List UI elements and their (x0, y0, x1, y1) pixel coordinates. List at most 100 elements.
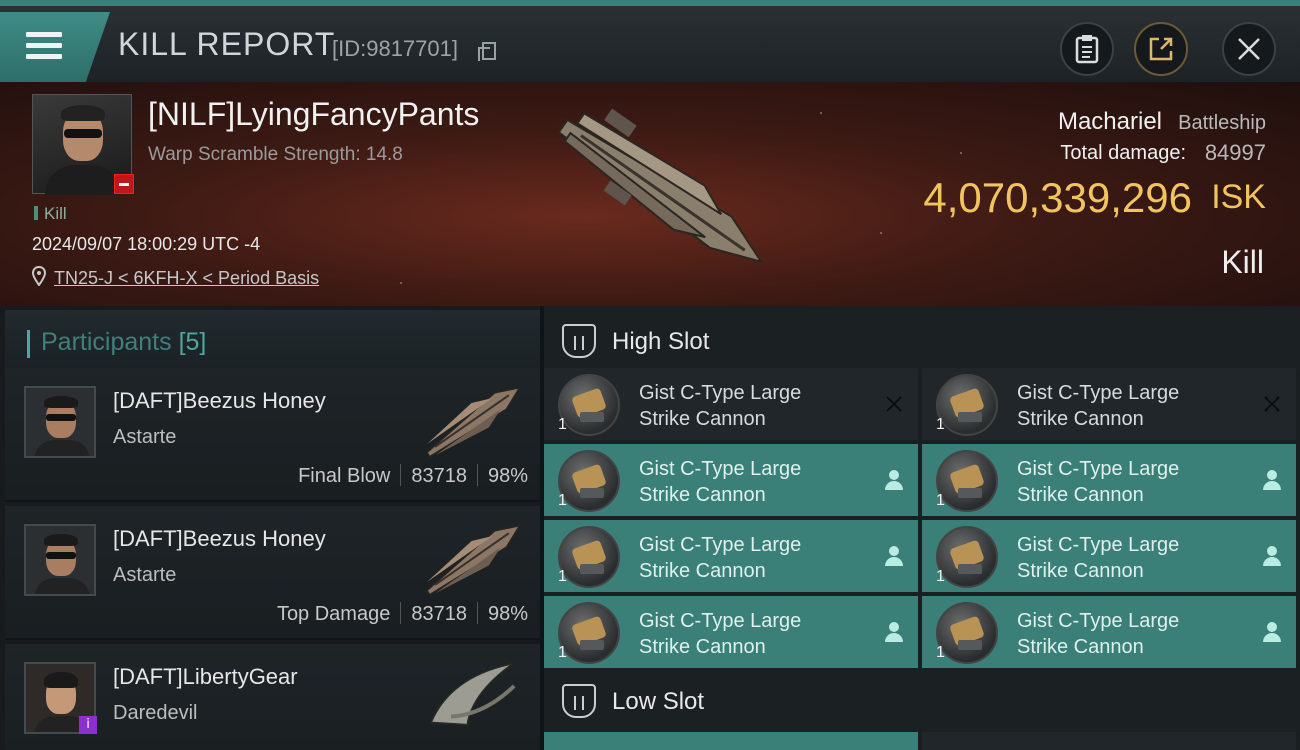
module-quantity: 1 (936, 492, 945, 509)
warp-scramble-strength: Warp Scramble Strength: 14.8 (148, 144, 403, 165)
module-cell-partial[interactable] (544, 732, 918, 750)
module-name: Gist C-Type Large Strike Cannon (639, 610, 802, 658)
clipboard-button[interactable] (1060, 22, 1114, 76)
module-cell[interactable]: 1 Gist C-Type Large Strike Cannon (922, 444, 1296, 516)
participant-stats: Top Damage 83718 98% (277, 602, 528, 626)
isk-value: 4,070,339,296 (923, 174, 1192, 221)
module-cell[interactable]: 1 Gist C-Type Large Strike Cannon (544, 444, 918, 516)
participant-role: Top Damage (276, 603, 391, 625)
avatar[interactable] (24, 386, 96, 458)
participant-name: [DAFT]Beezus Honey (113, 526, 326, 551)
destroyed-x-icon (1262, 394, 1282, 414)
participant-role: Final Blow (298, 465, 391, 487)
destroyed-x-icon (884, 394, 904, 414)
dropped-person-icon (884, 622, 904, 642)
module-cell[interactable]: 1 Gist C-Type Large Strike Cannon (544, 368, 918, 440)
cannon-module-icon (936, 602, 998, 664)
cannon-module-icon (936, 450, 998, 512)
module-name: Gist C-Type Large Strike Cannon (1017, 534, 1180, 582)
dropped-person-icon (884, 470, 904, 490)
participant-percent: 98% (487, 465, 528, 487)
location-pin-icon (32, 266, 46, 286)
module-quantity: 1 (558, 568, 567, 585)
fitting-panel: High Slot 1 Gist C-Type Large Strike Cann… (544, 306, 1300, 750)
module-cell[interactable]: 1 Gist C-Type Large Strike Cannon (922, 368, 1296, 440)
participant-ship: Daredevil (113, 702, 198, 724)
close-icon (1238, 38, 1260, 60)
module-name: Gist C-Type Large Strike Cannon (639, 382, 802, 430)
module-cell[interactable]: 1 Gist C-Type Large Strike Cannon (922, 520, 1296, 592)
location-link[interactable]: TN25-J < 6KFH-X < Period Basis (54, 268, 319, 289)
result-label: Kill (1221, 244, 1264, 280)
high-slot-title: High Slot (612, 328, 710, 355)
module-quantity: 1 (936, 644, 945, 661)
participants-label: Participants (41, 328, 172, 356)
module-name: Gist C-Type Large Strike Cannon (1017, 382, 1180, 430)
participant-row[interactable]: [DAFT]Beezus Honey Astarte Top Damage 837… (5, 506, 540, 640)
dropped-person-icon (884, 546, 904, 566)
participants-title: Participants [5] (41, 328, 206, 357)
participant-ship-image (425, 386, 522, 458)
cannon-module-icon (558, 526, 620, 588)
total-damage-value: 84997 (1204, 140, 1266, 165)
info-badge-icon: i (79, 716, 97, 734)
kill-tag: Kill (34, 204, 67, 224)
cannon-module-icon (558, 602, 620, 664)
isk-unit: ISK (1211, 178, 1266, 216)
cannon-module-icon (936, 374, 998, 436)
dropped-person-icon (1262, 622, 1282, 642)
participant-ship: Astarte (113, 564, 177, 586)
low-slot-header: Low Slot (544, 670, 1300, 732)
report-id: [ID:9817701] (332, 36, 458, 61)
share-icon (1149, 37, 1173, 61)
total-damage-label: Total damage: (1060, 142, 1186, 164)
avatar[interactable] (24, 524, 96, 596)
participant-row[interactable]: [DAFT]Beezus Honey Astarte Final Blow 837… (5, 368, 540, 502)
participant-ship: Astarte (113, 426, 177, 448)
high-slot-header: High Slot (544, 310, 1300, 372)
module-name: Gist C-Type Large Strike Cannon (1017, 610, 1180, 658)
module-quantity: 1 (936, 416, 945, 433)
ship-class: Battleship (1178, 112, 1266, 134)
victim-name[interactable]: [NILF]LyingFancyPants (148, 96, 479, 133)
page-title: KILL REPORT (118, 26, 336, 62)
participant-ship-image (430, 662, 516, 726)
clipboard-icon (1075, 35, 1099, 64)
close-button[interactable] (1222, 22, 1276, 76)
participants-count: [5] (178, 328, 207, 356)
victim-summary: [NILF]LyingFancyPants Warp Scramble Stre… (0, 82, 1300, 306)
dropped-person-icon (1262, 470, 1282, 490)
participant-name: [DAFT]LibertyGear (113, 664, 298, 689)
low-slot-title: Low Slot (612, 688, 705, 715)
loss-badge-icon (114, 174, 134, 194)
module-quantity: 1 (558, 492, 567, 509)
menu-button[interactable] (0, 12, 110, 82)
victim-ship-image (557, 108, 764, 264)
low-slot-icon (562, 684, 596, 718)
participant-percent: 98% (487, 603, 528, 625)
module-quantity: 1 (936, 568, 945, 585)
ship-name[interactable]: Machariel (1058, 108, 1162, 136)
module-name: Gist C-Type Large Strike Cannon (1017, 458, 1180, 506)
dropped-person-icon (1262, 546, 1282, 566)
module-quantity: 1 (558, 416, 567, 433)
cannon-module-icon (558, 374, 620, 436)
module-cell[interactable]: 1 Gist C-Type Large Strike Cannon (544, 596, 918, 668)
participants-header[interactable]: Participants [5] (5, 310, 540, 370)
participant-name: [DAFT]Beezus Honey (113, 388, 326, 413)
participant-stats: Final Blow 83718 98% (298, 464, 528, 488)
menu-icon (26, 32, 62, 62)
participant-damage: 83718 (411, 603, 467, 625)
module-name: Gist C-Type Large Strike Cannon (639, 534, 802, 582)
share-button[interactable] (1134, 22, 1188, 76)
module-cell-partial[interactable] (922, 732, 1296, 750)
copy-icon[interactable] (478, 42, 496, 61)
high-slot-icon (562, 324, 596, 358)
module-cell[interactable]: 1 Gist C-Type Large Strike Cannon (544, 520, 918, 592)
participant-row[interactable]: i [DAFT]LibertyGear Daredevil (5, 644, 540, 750)
participants-panel: Participants [5] [DAFT]Beezus Honey Asta… (0, 306, 540, 750)
module-cell[interactable]: 1 Gist C-Type Large Strike Cannon (922, 596, 1296, 668)
module-quantity: 1 (558, 644, 567, 661)
title-bar: KILL REPORT [ID:9817701] (0, 0, 1300, 82)
participant-ship-image (425, 524, 522, 596)
